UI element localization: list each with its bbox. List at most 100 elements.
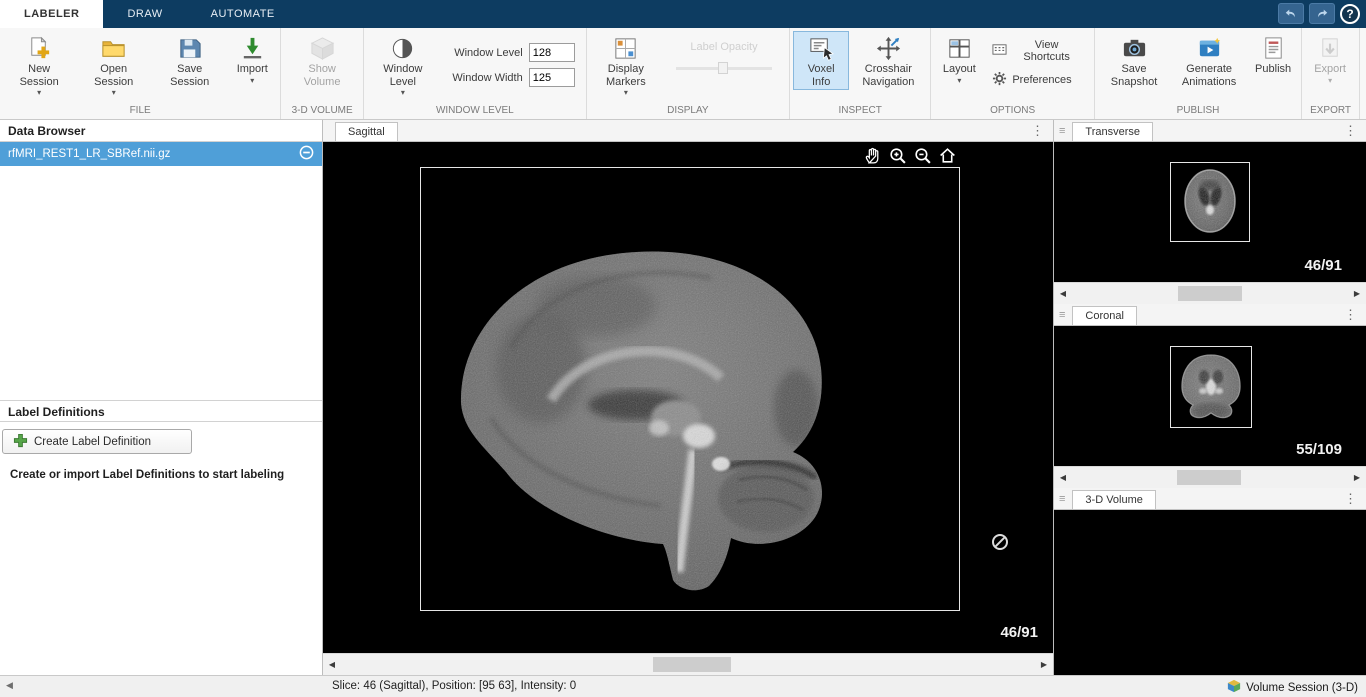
ribbon-section-file: New Session ▾ Open Session ▾ Save Sessio…: [0, 28, 281, 119]
scroll-left-icon[interactable]: ◀: [323, 654, 341, 675]
drag-grip-icon[interactable]: ≡: [1056, 493, 1068, 505]
voxel-info-button[interactable]: Voxel Info: [793, 31, 849, 90]
redo-button[interactable]: [1309, 3, 1335, 24]
camera-icon: [1121, 35, 1148, 62]
scroll-left-icon[interactable]: ◀: [1054, 283, 1072, 304]
zoom-in-icon[interactable]: [888, 146, 907, 165]
zoom-out-icon[interactable]: [913, 146, 932, 165]
preferences-button[interactable]: Preferences: [988, 69, 1085, 91]
data-browser-empty-area: [0, 166, 322, 400]
data-browser-file-item[interactable]: rfMRI_REST1_LR_SBRef.nii.gz: [0, 142, 322, 166]
window-level-button-label: Window Level: [373, 63, 433, 88]
scroll-left-icon[interactable]: ◀: [1054, 467, 1072, 488]
scrollbar-track[interactable]: [1072, 283, 1348, 304]
ribbon-spacer: [1360, 28, 1366, 119]
tab-draw[interactable]: DRAW: [103, 0, 186, 28]
tab-3d-volume[interactable]: 3-D Volume: [1072, 490, 1155, 509]
medical-image-labeler-app: LABELER DRAW AUTOMATE ? New Session ▾: [0, 0, 1366, 697]
save-session-label: Save Session: [158, 63, 221, 88]
no-entry-cursor-icon: [991, 533, 1009, 551]
sagittal-viewport[interactable]: 46/91: [323, 142, 1053, 653]
ribbon-section-display: Display Markers ▾ Label Opacity DISPLAY: [587, 28, 790, 119]
pan-hand-icon[interactable]: [863, 146, 882, 165]
scrollbar-thumb[interactable]: [1177, 470, 1241, 485]
transverse-tabstrip: ≡ Transverse ⋮: [1054, 120, 1366, 142]
volume3d-menu-icon[interactable]: ⋮: [1337, 491, 1364, 509]
volume-cube-icon: [1227, 679, 1241, 696]
remove-file-icon[interactable]: [299, 145, 314, 163]
new-session-icon: [26, 35, 53, 62]
tab-coronal[interactable]: Coronal: [1072, 306, 1137, 325]
transverse-viewport[interactable]: 46/91: [1054, 142, 1366, 282]
redo-icon: [1315, 7, 1329, 21]
layout-label: Layout: [943, 63, 976, 76]
scrollbar-track[interactable]: [1072, 467, 1348, 488]
crosshair-navigation-label: Crosshair Navigation: [855, 63, 921, 88]
transverse-image-frame: [1170, 162, 1250, 242]
scroll-right-icon[interactable]: ▶: [1348, 467, 1366, 488]
drag-grip-icon[interactable]: ≡: [1056, 125, 1068, 137]
crosshair-navigation-button[interactable]: Crosshair Navigation: [849, 31, 927, 90]
ribbon-section-export: Export ▾ EXPORT: [1302, 28, 1360, 119]
ribbon-section-options: Layout ▾ View Shortcuts Preferences OPTI…: [931, 28, 1095, 119]
create-label-definition-button[interactable]: Create Label Definition: [2, 429, 192, 454]
scrollbar-thumb[interactable]: [1178, 286, 1242, 301]
coronal-slice-indicator: 55/109: [1296, 441, 1342, 458]
coronal-image-frame: [1170, 346, 1252, 428]
chevron-down-icon: ▾: [112, 89, 116, 97]
tab-labeler[interactable]: LABELER: [0, 0, 103, 28]
drag-grip-icon[interactable]: ≡: [1056, 309, 1068, 321]
crosshair-icon: [875, 35, 902, 62]
tab-sagittal[interactable]: Sagittal: [335, 122, 398, 141]
transverse-menu-icon[interactable]: ⋮: [1337, 123, 1364, 141]
window-level-input[interactable]: [529, 43, 575, 62]
tab-transverse[interactable]: Transverse: [1072, 122, 1153, 141]
save-snapshot-button[interactable]: Save Snapshot: [1098, 31, 1170, 90]
export-label: Export: [1314, 63, 1346, 76]
chevron-down-icon: ▾: [401, 89, 405, 97]
publish-button[interactable]: Publish: [1248, 31, 1298, 78]
new-session-button[interactable]: New Session ▾: [3, 31, 75, 99]
window-width-input[interactable]: [529, 68, 575, 87]
secondary-views-panel: ≡ Transverse ⋮: [1053, 120, 1366, 675]
display-markers-button[interactable]: Display Markers ▾: [590, 31, 662, 99]
scroll-right-icon[interactable]: ▶: [1035, 654, 1053, 675]
save-session-button[interactable]: Save Session: [152, 31, 227, 90]
generate-animations-button[interactable]: Generate Animations: [1170, 31, 1248, 90]
coronal-scrollbar: ◀ ▶: [1054, 466, 1366, 488]
sagittal-image-frame: [420, 167, 960, 611]
scrollbar-track[interactable]: [341, 654, 1035, 675]
view-shortcuts-button[interactable]: View Shortcuts: [988, 37, 1085, 65]
section-caption-publish: PUBLISH: [1095, 105, 1301, 119]
help-icon: ?: [1346, 7, 1353, 21]
scroll-right-icon[interactable]: ▶: [1348, 283, 1366, 304]
coronal-viewport[interactable]: 55/109: [1054, 326, 1366, 466]
collapse-data-browser-icon[interactable]: ◀: [6, 680, 13, 691]
open-session-button[interactable]: Open Session ▾: [75, 31, 152, 99]
sagittal-menu-icon[interactable]: ⋮: [1024, 123, 1051, 141]
volume3d-viewport[interactable]: [1054, 510, 1366, 675]
section-caption-window-level: WINDOW LEVEL: [364, 105, 586, 119]
label-opacity-slider: [676, 61, 772, 75]
view-shortcuts-icon: [992, 42, 1007, 60]
home-icon[interactable]: [938, 146, 957, 165]
show-volume-label: Show Volume: [290, 63, 354, 88]
undo-button[interactable]: [1278, 3, 1304, 24]
transverse-scrollbar: ◀ ▶: [1054, 282, 1366, 304]
label-opacity-label: Label Opacity: [690, 41, 757, 53]
status-bar: ◀ Slice: 46 (Sagittal), Position: [95 63…: [0, 675, 1366, 697]
tab-automate[interactable]: AUTOMATE: [187, 0, 299, 28]
coronal-mri-image: [1171, 347, 1251, 427]
create-label-definition-label: Create Label Definition: [34, 436, 151, 448]
window-level-button[interactable]: Window Level ▾: [367, 31, 439, 99]
window-width-field-label: Window Width: [445, 72, 523, 84]
section-caption-export: EXPORT: [1302, 105, 1359, 119]
layout-button[interactable]: Layout ▾: [934, 31, 984, 87]
scrollbar-thumb[interactable]: [653, 657, 731, 672]
section-caption-volume: 3-D VOLUME: [281, 105, 363, 119]
help-button[interactable]: ?: [1340, 4, 1360, 24]
coronal-menu-icon[interactable]: ⋮: [1337, 307, 1364, 325]
session-label: Volume Session (3-D): [1246, 682, 1358, 694]
window-level-fields: Window Level Window Width: [439, 31, 583, 87]
import-button[interactable]: Import ▾: [227, 31, 277, 87]
